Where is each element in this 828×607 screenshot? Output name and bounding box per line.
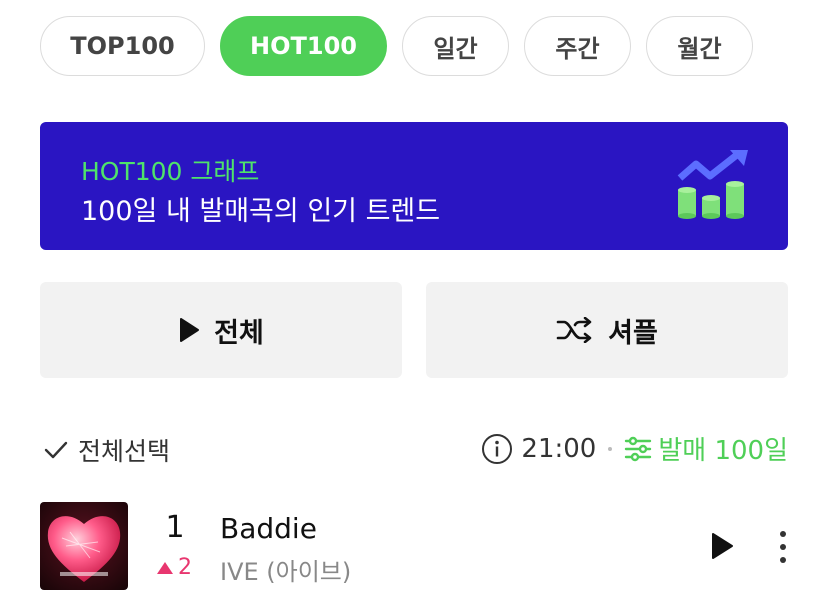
select-all-label: 전체선택: [78, 437, 171, 466]
separator-dot: [608, 446, 613, 451]
info-icon[interactable]: [481, 433, 513, 465]
chart-info: 21:00 발매 100일: [481, 430, 788, 467]
shuffle-label: 셔플: [608, 317, 658, 349]
play-icon: [180, 318, 200, 342]
hot100-graph-banner[interactable]: HOT100 그래프 100일 내 발매곡의 인기 트렌드: [40, 122, 788, 250]
list-control-bar: 전체선택 21:00 발매 100일: [40, 428, 788, 468]
banner-title: HOT100 그래프: [81, 157, 260, 186]
trend-chart-icon: [677, 150, 748, 219]
select-all-button[interactable]: 전체선택: [44, 432, 170, 468]
tab-weekly[interactable]: 주간: [524, 16, 631, 76]
play-all-label: 전체: [214, 317, 264, 349]
album-cover-image: [40, 502, 128, 590]
rank-change-value: 2: [178, 555, 192, 580]
filter-label[interactable]: 발매 100일: [658, 430, 788, 467]
tab-monthly[interactable]: 월간: [646, 16, 753, 76]
shuffle-icon: [556, 317, 592, 343]
song-row[interactable]: 1 2 Baddie IVE (아이브): [40, 502, 800, 592]
rank-change: 2: [156, 555, 192, 580]
more-options-icon[interactable]: [778, 530, 788, 564]
tab-hot100[interactable]: HOT100: [220, 16, 387, 76]
banner-subtitle: 100일 내 발매곡의 인기 트렌드: [81, 196, 441, 227]
song-rank: 1: [165, 510, 185, 545]
chart-tabs: TOP100 HOT100 일간 주간 월간: [40, 16, 753, 76]
rank-up-icon: [157, 561, 173, 574]
filter-icon[interactable]: [624, 436, 652, 462]
play-all-button[interactable]: 전체: [40, 282, 402, 378]
check-icon: [44, 441, 68, 459]
update-time: 21:00: [521, 433, 597, 464]
tab-daily[interactable]: 일간: [402, 16, 509, 76]
song-artist[interactable]: IVE (아이브): [220, 552, 351, 587]
song-title[interactable]: Baddie: [220, 512, 317, 545]
album-art[interactable]: [40, 502, 128, 590]
shuffle-button[interactable]: 셔플: [426, 282, 788, 378]
tab-top100[interactable]: TOP100: [40, 16, 205, 76]
play-song-button[interactable]: [710, 532, 734, 560]
